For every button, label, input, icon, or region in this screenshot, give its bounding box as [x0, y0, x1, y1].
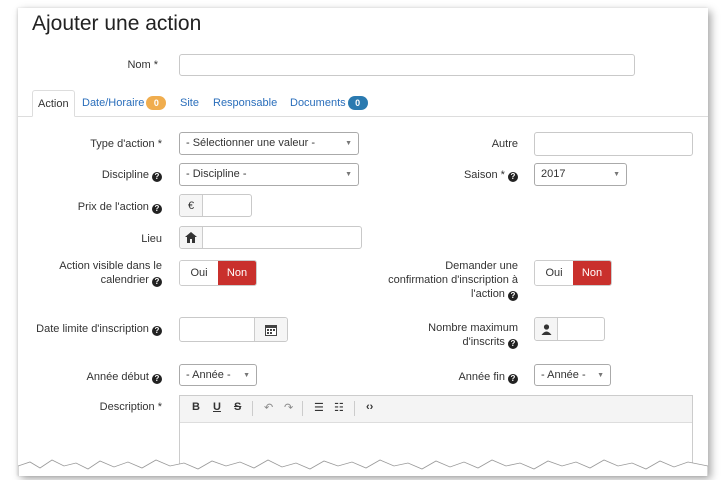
tab-date-horaire-label: Date/Horaire: [82, 97, 145, 109]
annee-debut-value: - Année -: [186, 369, 231, 381]
help-icon[interactable]: ?: [152, 204, 162, 214]
date-limite-label-wrap: Date limite d'inscription ?: [18, 322, 162, 336]
discipline-label: Discipline: [101, 169, 149, 181]
confirm-label-line-1: Demander une: [445, 260, 518, 272]
type-action-select[interactable]: - Sélectionner une valeur - ▼: [179, 132, 359, 155]
nombre-max-label-line-2: d'inscrits ?: [398, 335, 518, 349]
discipline-label-wrap: Discipline ?: [58, 168, 162, 182]
toggle-oui-button[interactable]: Oui: [180, 261, 218, 285]
help-icon[interactable]: ?: [508, 172, 518, 182]
confirm-label-line-2: confirmation d'inscription à: [388, 274, 518, 286]
visible-calendar-label: Action visible dans le calendrier ?: [32, 259, 162, 287]
saison-select[interactable]: 2017 ▼: [534, 163, 627, 186]
toggle-oui-button[interactable]: Oui: [535, 261, 573, 285]
toolbar-divider: [354, 401, 355, 416]
tab-documents[interactable]: Documents 0: [290, 90, 368, 116]
bullet-list-icon[interactable]: ☰: [314, 401, 324, 414]
editor-toolbar: B U S ↶ ↷ ☰ ☷ ‹›: [180, 396, 692, 423]
prix-input[interactable]: €: [179, 194, 252, 217]
help-icon[interactable]: ?: [152, 326, 162, 336]
saison-value: 2017: [541, 168, 566, 180]
autre-label: Autre: [491, 138, 518, 150]
confirm-inscription-toggle[interactable]: Oui Non: [534, 260, 612, 286]
torn-edge-decoration: [18, 459, 708, 476]
tab-responsable-label: Responsable: [213, 97, 278, 109]
nombre-max-label-line-1: Nombre maximum: [428, 322, 518, 334]
type-action-value: - Sélectionner une valeur -: [186, 137, 316, 149]
bold-button[interactable]: B: [192, 401, 200, 413]
user-icon: [535, 318, 558, 340]
nombre-max-label-text: d'inscrits: [462, 336, 505, 348]
visible-label-text: calendrier: [100, 274, 149, 286]
nom-label: Nom *: [127, 59, 158, 71]
toggle-non-button[interactable]: Non: [573, 261, 611, 285]
help-icon[interactable]: ?: [508, 374, 518, 384]
chevron-down-icon: ▼: [345, 171, 352, 178]
page-title: Ajouter une action: [32, 12, 202, 35]
annee-fin-value: - Année -: [541, 369, 586, 381]
tab-responsable[interactable]: Responsable: [213, 90, 277, 116]
strikethrough-button[interactable]: S: [234, 401, 241, 413]
help-icon[interactable]: ?: [152, 277, 162, 287]
discipline-value: - Discipline -: [186, 168, 247, 180]
tab-documents-label: Documents: [290, 97, 346, 109]
add-action-dialog: Ajouter une action Nom * Action Date/Hor…: [18, 8, 708, 476]
annee-fin-label-wrap: Année fin ?: [418, 370, 518, 384]
tab-site[interactable]: Site: [180, 90, 199, 116]
date-limite-input[interactable]: [179, 317, 288, 342]
chevron-down-icon: ▼: [243, 372, 250, 379]
numbered-list-icon[interactable]: ☷: [334, 401, 344, 414]
help-icon[interactable]: ?: [508, 291, 518, 301]
nom-input[interactable]: [179, 54, 635, 76]
underline-button[interactable]: U: [213, 401, 221, 413]
help-icon[interactable]: ?: [508, 339, 518, 349]
help-icon[interactable]: ?: [152, 374, 162, 384]
saison-label-wrap: Saison * ?: [418, 168, 518, 182]
confirm-label-line-3: l'action ?: [368, 287, 518, 301]
calendar-button[interactable]: [254, 318, 287, 341]
calendar-icon: [265, 325, 277, 336]
confirm-label-text: l'action: [471, 288, 505, 300]
toggle-non-button[interactable]: Non: [218, 261, 256, 285]
prix-label-wrap: Prix de l'action ?: [38, 200, 162, 214]
annee-fin-label: Année fin: [458, 371, 505, 383]
tab-date-horaire[interactable]: Date/Horaire 0: [82, 90, 167, 116]
home-icon: [180, 227, 203, 248]
toolbar-divider: [252, 401, 253, 416]
discipline-select[interactable]: - Discipline - ▼: [179, 163, 359, 186]
date-limite-label: Date limite d'inscription: [36, 323, 149, 335]
autre-input[interactable]: [534, 132, 693, 156]
tab-site-label: Site: [180, 97, 199, 109]
annee-debut-select[interactable]: - Année - ▼: [179, 364, 257, 386]
documents-count-badge: 0: [347, 96, 368, 110]
date-horaire-count-badge: 0: [146, 96, 167, 110]
annee-debut-label: Année début: [86, 371, 149, 383]
chevron-down-icon: ▼: [345, 140, 352, 147]
tab-action-label: Action: [38, 98, 69, 110]
visible-label-line-1: Action visible dans le: [59, 260, 162, 272]
chevron-down-icon: ▼: [613, 171, 620, 178]
annee-debut-label-wrap: Année début ?: [58, 370, 162, 384]
help-icon[interactable]: ?: [152, 172, 162, 182]
redo-icon[interactable]: ↷: [284, 401, 293, 414]
type-action-label: Type d'action *: [90, 138, 162, 150]
visible-calendar-toggle[interactable]: Oui Non: [179, 260, 257, 286]
nombre-max-label: Nombre maximum d'inscrits ?: [398, 321, 518, 349]
euro-icon: €: [180, 195, 203, 216]
annee-fin-select[interactable]: - Année - ▼: [534, 364, 611, 386]
nombre-max-input[interactable]: [534, 317, 605, 341]
prix-label: Prix de l'action: [77, 201, 149, 213]
toolbar-divider: [302, 401, 303, 416]
chevron-down-icon: ▼: [597, 372, 604, 379]
tab-action[interactable]: Action: [32, 90, 75, 117]
saison-label: Saison *: [463, 169, 505, 181]
code-icon[interactable]: ‹›: [366, 401, 373, 413]
lieu-input[interactable]: [179, 226, 362, 249]
undo-icon[interactable]: ↶: [264, 401, 273, 414]
confirm-inscription-label: Demander une confirmation d'inscription …: [368, 259, 518, 301]
lieu-label: Lieu: [141, 233, 162, 245]
description-label: Description *: [99, 401, 162, 413]
visible-label-line-2: calendrier ?: [32, 273, 162, 287]
